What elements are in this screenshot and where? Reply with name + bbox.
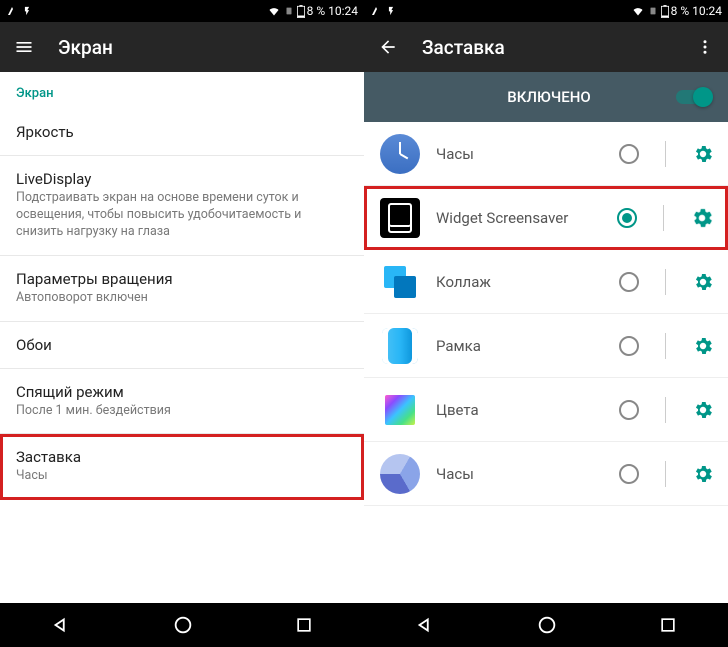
saver-clock-2[interactable]: Часы — [364, 442, 728, 506]
battery-indicator: 8 % — [661, 4, 690, 18]
radio-button[interactable] — [619, 400, 639, 420]
page-title: Заставка — [422, 36, 505, 59]
app-bar: Экран — [0, 22, 364, 72]
saver-colors[interactable]: Цвета — [364, 378, 728, 442]
saver-widget-screensaver[interactable]: Widget Screensaver — [364, 186, 728, 250]
master-toggle-row[interactable]: ВКЛЮЧЕНО — [364, 72, 728, 122]
clock-icon — [380, 134, 420, 174]
wifi-icon — [631, 5, 645, 17]
setting-sleep[interactable]: Спящий режим После 1 мин. бездействия — [0, 369, 364, 435]
nav-back-icon[interactable] — [50, 614, 72, 636]
clock-time: 10:24 — [328, 4, 358, 18]
nav-back-icon[interactable] — [414, 614, 436, 636]
gear-icon[interactable] — [692, 399, 714, 421]
radio-button[interactable] — [619, 336, 639, 356]
sim-icon — [284, 5, 294, 17]
back-arrow-icon[interactable] — [378, 37, 398, 57]
gear-icon[interactable] — [690, 206, 714, 230]
app-bar: Заставка — [364, 22, 728, 72]
setting-wallpaper[interactable]: Обои — [0, 322, 364, 369]
master-switch[interactable] — [676, 90, 710, 104]
nav-home-icon[interactable] — [172, 614, 194, 636]
overflow-menu-icon[interactable] — [696, 38, 714, 56]
battery-percent: 8 % — [307, 4, 326, 18]
nav-bar — [0, 603, 364, 647]
cube-clock-icon — [380, 454, 420, 494]
section-header: Экран — [0, 72, 364, 109]
bolt-icon — [386, 5, 396, 17]
radio-button[interactable] — [619, 144, 639, 164]
nav-recent-icon[interactable] — [658, 615, 678, 635]
setting-rotation[interactable]: Параметры вращения Автоповорот включен — [0, 256, 364, 322]
setting-daydream[interactable]: Заставка Часы — [0, 434, 364, 500]
saver-clock-1[interactable]: Часы — [364, 122, 728, 186]
battery-icon — [297, 5, 305, 18]
gear-icon[interactable] — [692, 335, 714, 357]
page-title: Экран — [58, 36, 113, 59]
collage-icon — [380, 262, 420, 302]
bolt-icon — [22, 5, 32, 17]
toggle-label: ВКЛЮЧЕНО — [382, 88, 676, 106]
status-bar: 8 % 10:24 — [364, 0, 728, 22]
battery-icon — [661, 5, 669, 18]
setting-livedisplay[interactable]: LiveDisplay Подстраивать экран на основе… — [0, 156, 364, 256]
gear-icon[interactable] — [692, 271, 714, 293]
hamburger-icon[interactable] — [14, 37, 34, 57]
clock-time: 10:24 — [692, 4, 722, 18]
saver-frame[interactable]: Рамка — [364, 314, 728, 378]
status-bar: 8 % 10:24 — [0, 0, 364, 22]
right-screen: 8 % 10:24 Заставка ВКЛЮЧЕНО Часы Widget … — [364, 0, 728, 647]
radio-button[interactable] — [617, 208, 637, 228]
saver-collage[interactable]: Коллаж — [364, 250, 728, 314]
app-indicator-icon — [6, 5, 18, 17]
nav-bar — [364, 603, 728, 647]
gear-icon[interactable] — [692, 143, 714, 165]
battery-percent: 8 % — [671, 4, 690, 18]
wifi-icon — [267, 5, 281, 17]
battery-indicator: 8 % — [297, 4, 326, 18]
left-screen: 8 % 10:24 Экран Экран Яркость LiveDispla… — [0, 0, 364, 647]
frame-icon — [380, 326, 420, 366]
setting-brightness[interactable]: Яркость — [0, 109, 364, 156]
nav-home-icon[interactable] — [536, 614, 558, 636]
radio-button[interactable] — [619, 464, 639, 484]
sim-icon — [648, 5, 658, 17]
app-indicator-icon — [370, 5, 382, 17]
radio-button[interactable] — [619, 272, 639, 292]
nav-recent-icon[interactable] — [294, 615, 314, 635]
widget-icon — [380, 198, 420, 238]
colors-icon — [380, 390, 420, 430]
gear-icon[interactable] — [692, 463, 714, 485]
settings-list: Экран Яркость LiveDisplay Подстраивать э… — [0, 72, 364, 603]
screensaver-list: Часы Widget Screensaver Коллаж Рамка — [364, 122, 728, 603]
